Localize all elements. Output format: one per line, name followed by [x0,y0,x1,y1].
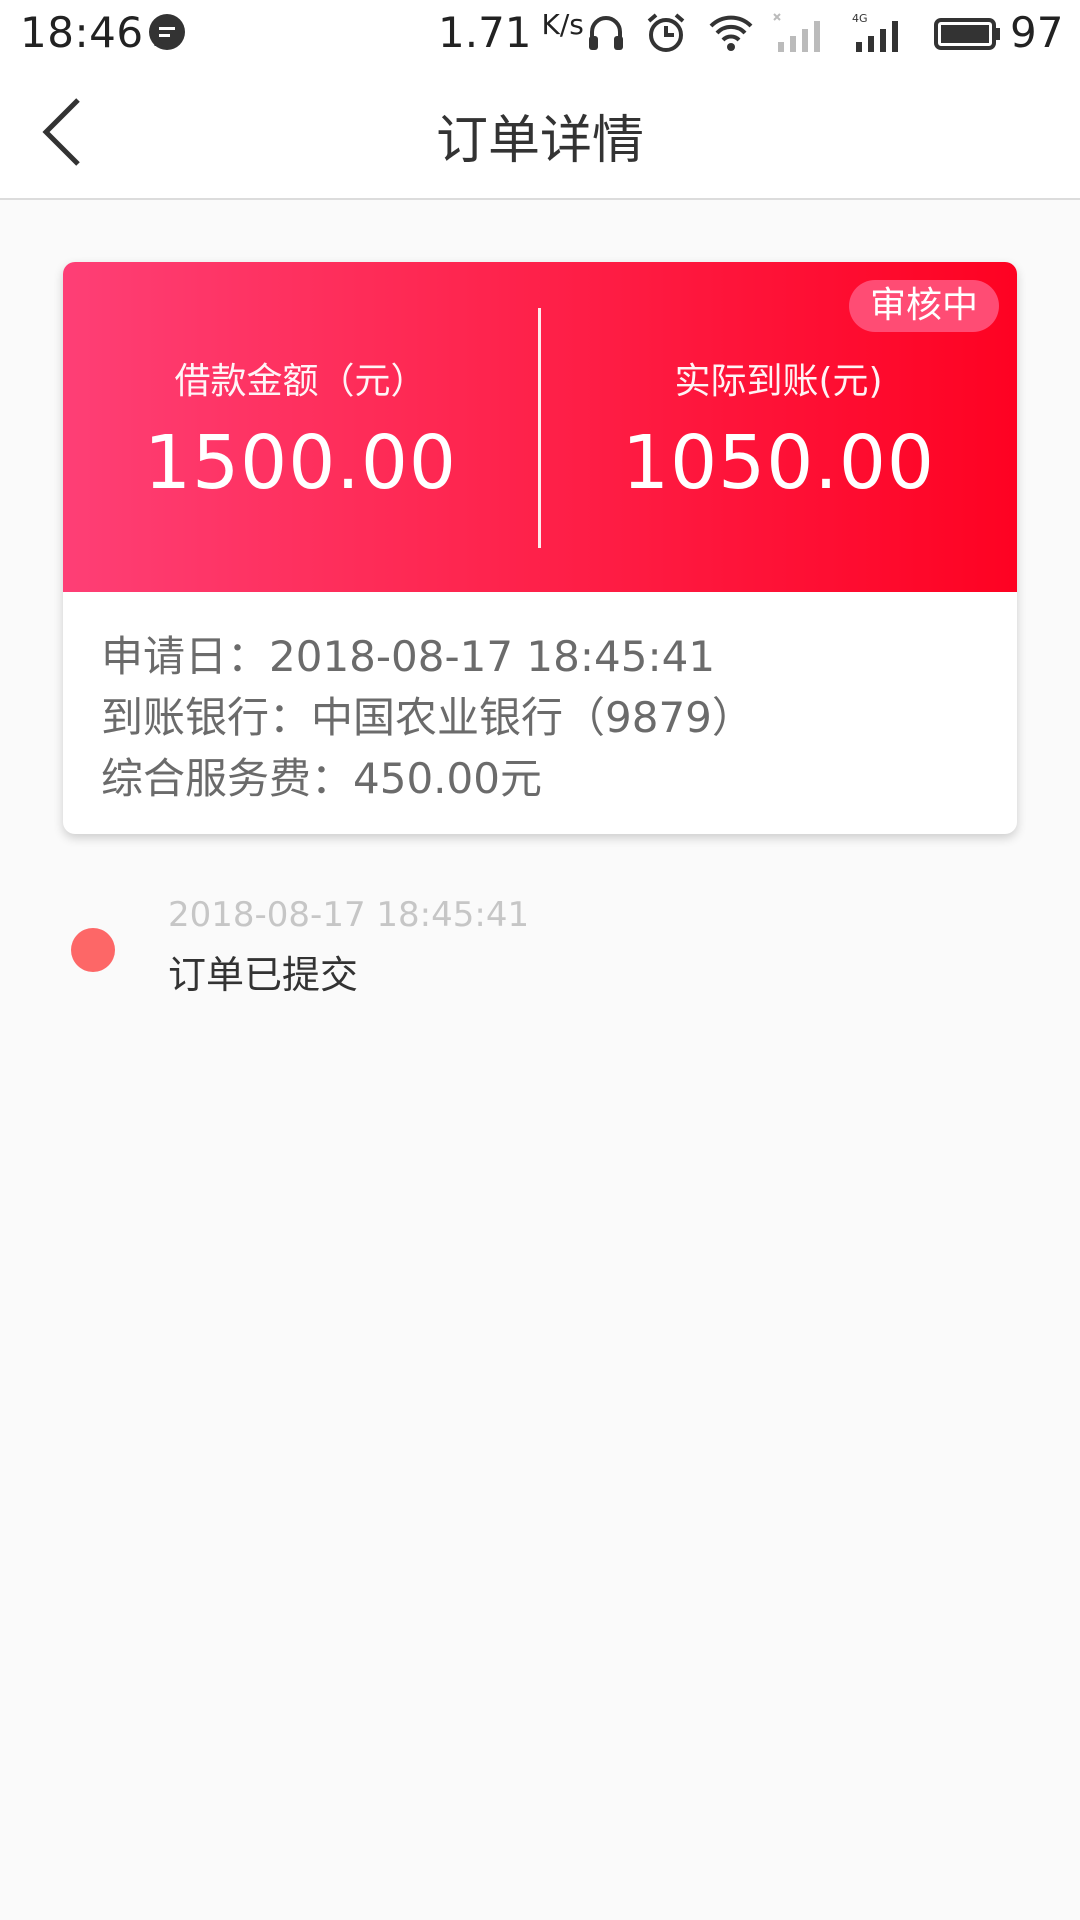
service-fee: 综合服务费：450.00元 [101,754,542,803]
status-time: 18:46 [20,8,144,57]
card-header: 审核中 借款金额（元） 1500.00 实际到账(元) 1050.00 [63,262,1017,592]
headset-icon [589,16,623,50]
message-icon [149,14,185,50]
signal-4g-icon: 4G [852,12,898,52]
receiving-bank: 到账银行：中国农业银行（9879） [101,693,754,742]
status-badge: 审核中 [849,280,999,332]
loan-amount-label: 借款金额（元） [174,361,427,402]
actual-received-label: 实际到账(元) [674,361,883,402]
actual-received-value: 1050.00 [621,420,935,506]
timeline-dot [71,928,115,972]
card-details: 申请日：2018-08-17 18:45:41 到账银行：中国农业银行（9879… [63,592,1017,834]
battery-icon [934,18,1000,50]
apply-date: 申请日：2018-08-17 18:45:41 [101,632,716,681]
status-bar: 18:46 1.71 K/s 4G 97 [0,0,1080,66]
network-speed-value: 1.71 [438,8,532,57]
timeline-status: 订单已提交 [168,953,359,997]
timeline-time: 2018-08-17 18:45:41 [168,895,530,935]
loan-amount-block: 借款金额（元） 1500.00 [63,352,538,506]
nav-bar: 订单详情 [0,66,1080,200]
signal-icon [773,13,820,52]
actual-received-block: 实际到账(元) 1050.00 [541,352,1016,506]
battery-level: 97 [1010,8,1064,57]
svg-text:4G: 4G [852,12,868,25]
network-speed: 1.71 K/s [438,8,584,57]
loan-amount-value: 1500.00 [143,420,457,506]
wifi-icon [709,15,753,51]
network-speed-unit: K/s [541,8,584,41]
alarm-icon [647,13,685,52]
order-summary-card: 审核中 借款金额（元） 1500.00 实际到账(元) 1050.00 申请日：… [63,262,1017,834]
page-title: 订单详情 [435,111,644,171]
